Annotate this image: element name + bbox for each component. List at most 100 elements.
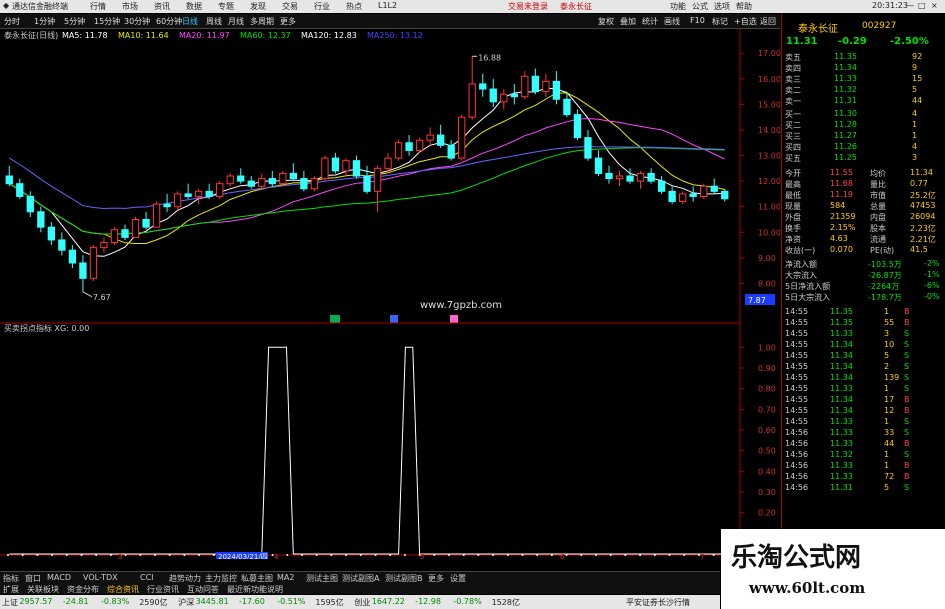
level-price: 11.32	[834, 85, 857, 94]
menu-hot[interactable]: 热点	[346, 1, 362, 12]
stat-label: 量比	[870, 180, 886, 189]
menu-quotes[interactable]: 行情	[90, 1, 106, 12]
tick-price: 11.33	[830, 428, 853, 437]
tick-row: 14:55 11.33 3 S	[782, 329, 945, 340]
level-label: 买五	[785, 154, 801, 163]
menu-formula[interactable]: 公式	[692, 1, 708, 12]
ask-row[interactable]: 卖二 11.32 5	[782, 85, 945, 96]
time-axis-dot	[345, 554, 348, 556]
tick-time: 14:55	[785, 373, 809, 382]
menu-topic[interactable]: 专题	[218, 1, 234, 12]
bid-row[interactable]: 买四 11.26 4	[782, 142, 945, 153]
stat-row: 外盘 21359 内盘 26094	[782, 212, 945, 223]
extension-tab[interactable]: 扩展	[3, 584, 19, 595]
adjust-button[interactable]: 复权	[598, 16, 614, 27]
indicator-tab[interactable]: MACD	[47, 573, 71, 582]
candle-down	[584, 137, 592, 159]
stock-link[interactable]: 泰永长征	[560, 1, 592, 12]
extension-tab[interactable]: 资金分布	[67, 584, 99, 595]
stat-value: 2.21亿	[910, 235, 936, 244]
tick-side: S	[904, 483, 910, 492]
bid-row[interactable]: 买五 11.25 3	[782, 153, 945, 164]
event-marker-blue[interactable]	[390, 315, 398, 323]
close-button[interactable]: ×	[931, 1, 938, 10]
time-axis-dot	[183, 554, 186, 556]
tick-row: 14:55 11.33 1 S	[782, 417, 945, 428]
extension-tab[interactable]: 最近新功能说明	[227, 584, 283, 595]
tab-weekly[interactable]: 周线	[206, 16, 222, 27]
kline-chart[interactable]: 泰永长征(日线) MA5: 11.78 MA10: 11.64 MA20: 11.9…	[0, 29, 780, 559]
tab-intraday[interactable]: 分时	[4, 16, 20, 27]
flow-pct: -0%	[924, 292, 940, 301]
time-axis-dot	[330, 554, 333, 556]
indicator-tab[interactable]: MA2	[277, 573, 294, 582]
menu-trade[interactable]: 交易	[282, 1, 298, 12]
extension-tab[interactable]: 关联板块	[27, 584, 59, 595]
time-axis-dot	[668, 554, 671, 556]
time-axis-dot	[154, 554, 156, 556]
ask-row[interactable]: 卖一 11.31 44	[782, 96, 945, 107]
f10-button[interactable]: F10	[690, 16, 705, 25]
tab-1min[interactable]: 1分钟	[34, 16, 55, 27]
ask-row[interactable]: 卖五 11.35 92	[782, 52, 945, 63]
back-button[interactable]: 返回	[760, 16, 776, 27]
tab-30min[interactable]: 30分钟	[124, 16, 150, 27]
menu-function[interactable]: 功能	[670, 1, 686, 12]
time-axis-dot	[506, 554, 509, 556]
menu-help[interactable]: 帮助	[736, 1, 752, 12]
tick-price: 11.34	[830, 340, 853, 349]
menu-data[interactable]: 数据	[186, 1, 202, 12]
menu-news[interactable]: 资讯	[154, 1, 170, 12]
indicator-tab[interactable]: CCI	[140, 573, 154, 582]
level-price: 11.28	[834, 120, 857, 129]
stat-label: 市值	[870, 191, 886, 200]
app-title: 通达信金融终端	[12, 2, 68, 11]
tab-60min[interactable]: 60分钟	[156, 16, 182, 27]
extension-tab[interactable]: 综合资讯	[107, 584, 139, 595]
indicator-tick-label: 0.50	[758, 447, 776, 456]
candle-down	[37, 211, 45, 228]
extension-tab[interactable]: 行业资讯	[147, 584, 179, 595]
bid-row[interactable]: 买三 11.27 1	[782, 131, 945, 142]
time-axis-dot	[550, 554, 553, 556]
tick-time: 14:55	[785, 395, 809, 404]
menu-options[interactable]: 选项	[714, 1, 730, 12]
menu-discover[interactable]: 发现	[250, 1, 266, 12]
tab-daily[interactable]: 日线	[182, 16, 198, 27]
bid-row[interactable]: 买一 11.30 4	[782, 109, 945, 120]
extension-tab[interactable]: 互动问答	[187, 584, 219, 595]
event-marker-green[interactable]	[330, 315, 340, 323]
price-tick-label: 11.00	[758, 203, 780, 212]
tick-volume: 1	[884, 450, 890, 459]
tab-15min[interactable]: 15分钟	[94, 16, 120, 27]
menu-industry[interactable]: 行业	[314, 1, 330, 12]
candle-down	[352, 160, 361, 177]
tab-multi-period[interactable]: 多周期	[250, 16, 274, 27]
candle-up	[373, 167, 382, 192]
mark-button[interactable]: 标记	[712, 16, 728, 27]
draw-button[interactable]: 画线	[664, 16, 680, 27]
tick-time: 14:55	[785, 318, 809, 327]
maximize-button[interactable]: □	[918, 1, 926, 10]
ask-row[interactable]: 卖三 11.33 15	[782, 74, 945, 85]
menu-market[interactable]: 市场	[122, 1, 138, 12]
ask-row[interactable]: 卖四 11.34 9	[782, 63, 945, 74]
stat-row: 换手 2.15% 股本 2.23亿	[782, 223, 945, 234]
tick-side: S	[904, 362, 910, 371]
trade-login-link[interactable]: 交易未登录	[508, 1, 548, 12]
tab-monthly[interactable]: 月线	[228, 16, 244, 27]
add-watchlist-button[interactable]: +自选	[734, 16, 757, 27]
candle-down	[58, 239, 66, 251]
indicator-tab[interactable]: VOL-TDX	[83, 573, 118, 582]
level-volume: 1	[912, 131, 918, 140]
bid-row[interactable]: 买二 11.28 1	[782, 120, 945, 131]
minimize-button[interactable]: —	[906, 1, 914, 10]
overlay-button[interactable]: 叠加	[620, 16, 636, 27]
tab-5min[interactable]: 5分钟	[64, 16, 85, 27]
flow-pct: -2%	[924, 259, 940, 268]
event-marker-pink[interactable]	[450, 315, 458, 323]
stats-button[interactable]: 统计	[642, 16, 658, 27]
price-change: -0.29	[838, 36, 867, 47]
price-tick-label: 16.00	[758, 75, 780, 84]
tab-more[interactable]: 更多	[280, 16, 296, 27]
